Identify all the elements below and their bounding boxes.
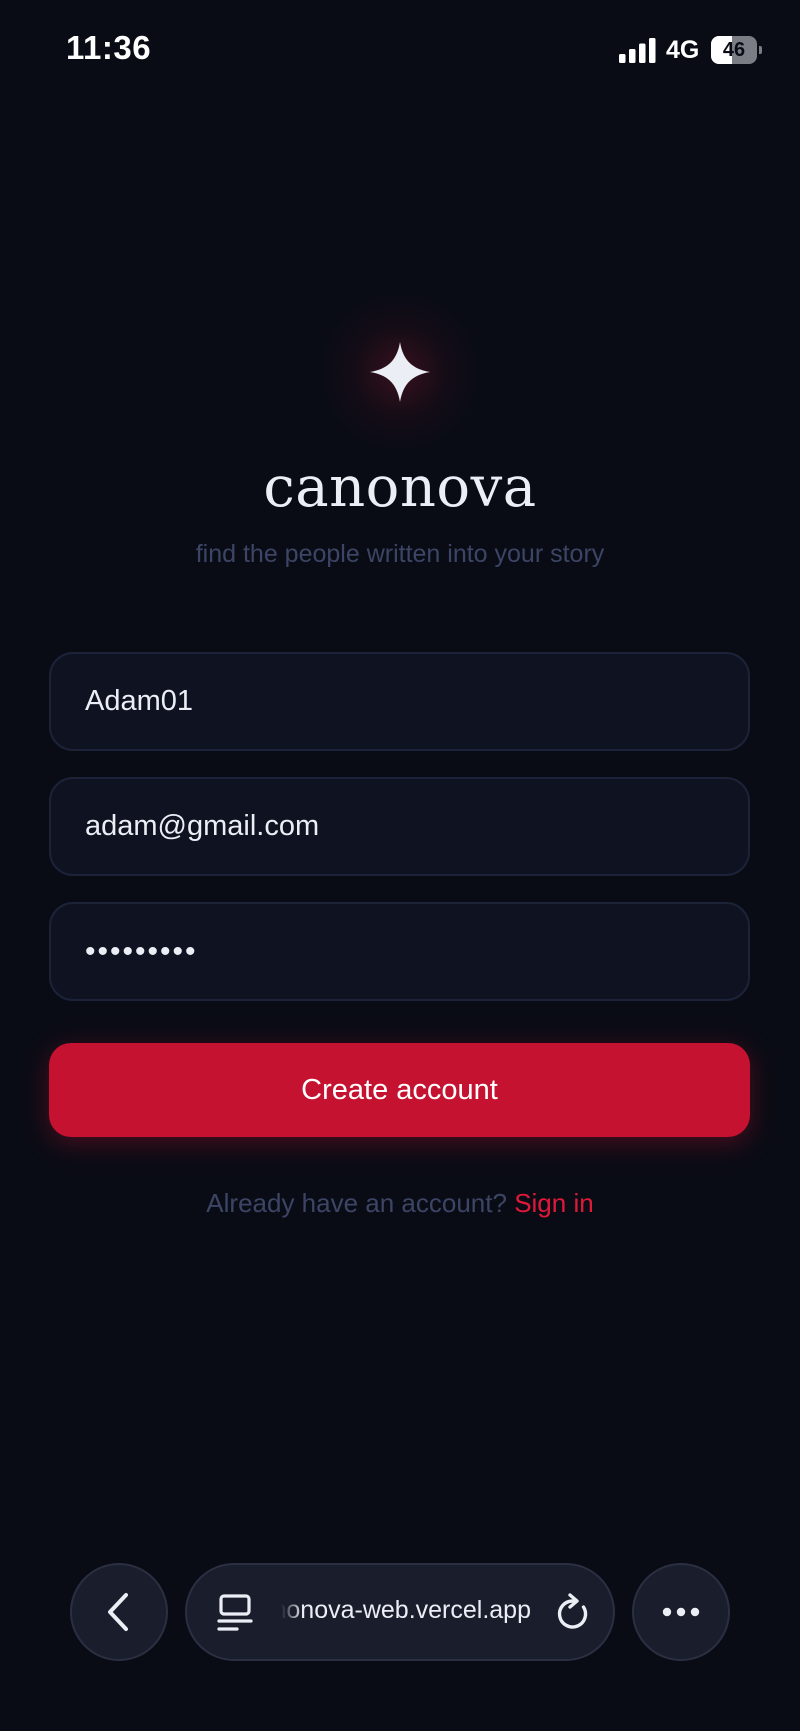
password-input[interactable] — [51, 904, 748, 999]
back-button[interactable] — [70, 1563, 168, 1661]
status-bar: 11:36 4G 46 — [0, 0, 800, 100]
create-account-button[interactable]: Create account — [49, 1043, 750, 1137]
app-title: canonova — [263, 455, 537, 520]
sparkle-icon — [370, 342, 430, 402]
more-button[interactable] — [632, 1563, 730, 1661]
signin-line: Already have an account? Sign in — [0, 1188, 800, 1219]
chevron-left-icon — [108, 1593, 128, 1631]
email-field-container — [49, 777, 750, 876]
tabs-icon — [217, 1594, 253, 1631]
network-type-label: 4G — [666, 36, 700, 64]
username-field-container — [49, 652, 750, 751]
signin-prompt: Already have an account? — [206, 1188, 507, 1218]
battery-percent: 46 — [722, 39, 746, 61]
app-tagline: find the people written into your story — [195, 540, 605, 568]
url-text-wrap: canonova-web.vercel.app — [281, 1565, 531, 1659]
signin-link[interactable]: Sign in — [514, 1188, 594, 1218]
battery-icon: 46 — [711, 36, 762, 64]
reload-icon[interactable] — [553, 1593, 591, 1633]
address-bar[interactable]: canonova-web.vercel.app — [185, 1563, 615, 1661]
url-text: canonova-web.vercel.app — [281, 1596, 531, 1624]
signal-bars-icon — [619, 38, 656, 63]
more-dots-icon — [662, 1607, 700, 1617]
username-input[interactable] — [51, 654, 748, 749]
email-input[interactable] — [51, 779, 748, 874]
password-field-container — [49, 902, 750, 1001]
status-time: 11:36 — [66, 29, 152, 66]
